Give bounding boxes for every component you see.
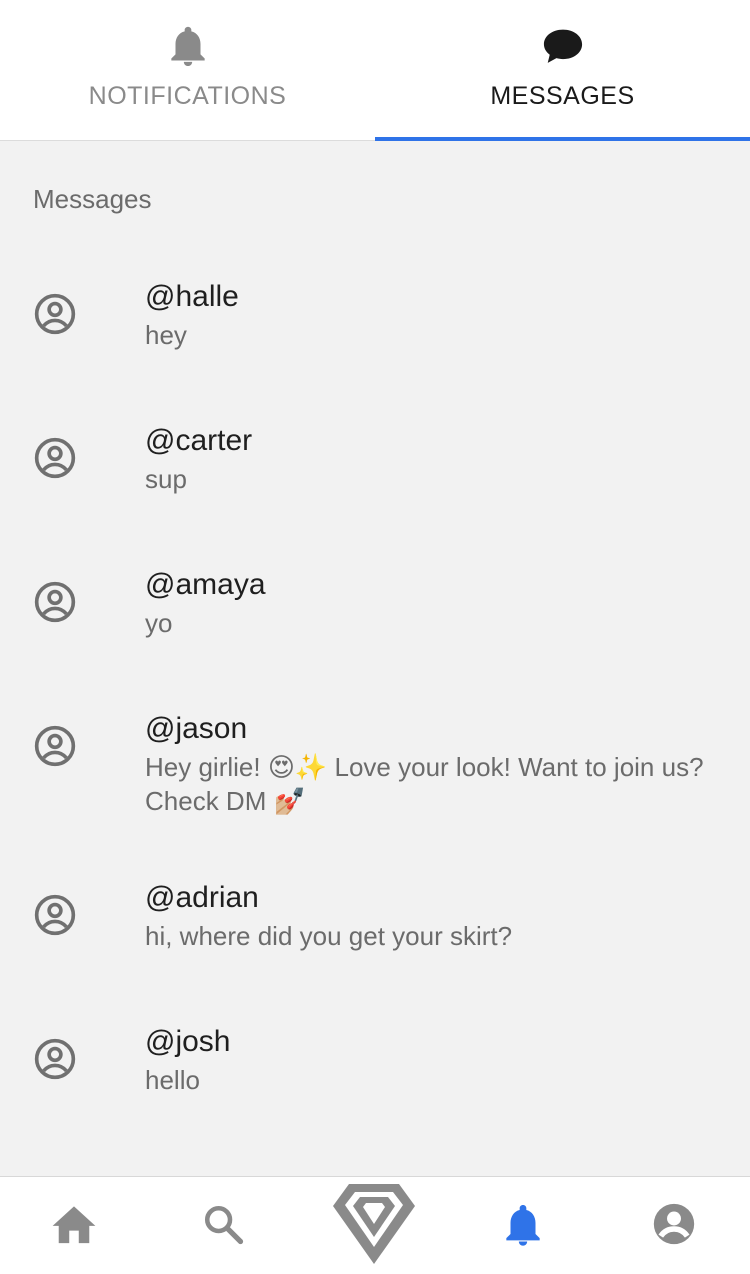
message-username: @halle <box>145 280 239 313</box>
bell-icon <box>503 1201 543 1252</box>
account-icon <box>652 1202 696 1251</box>
nav-home-button[interactable] <box>34 1177 114 1274</box>
message-preview: Hey girlie! 😍✨ Love your look! Want to j… <box>145 752 704 816</box>
message-username: @adrian <box>145 881 259 914</box>
message-row-halle[interactable]: @halle hey <box>0 270 750 400</box>
message-row-jason[interactable]: @jason Hey girlie! 😍✨ Love your look! Wa… <box>0 702 750 852</box>
message-preview: yo <box>145 608 173 638</box>
bell-icon <box>166 24 210 68</box>
nav-explore-button[interactable] <box>322 1177 426 1274</box>
diamond-icon <box>329 1180 419 1273</box>
message-row-adrian[interactable]: @adrian hi, where did you get your skirt… <box>0 871 750 1001</box>
message-username: @josh <box>145 1025 231 1058</box>
nav-profile-button[interactable] <box>634 1177 714 1274</box>
tab-notifications-label: NOTIFICATIONS <box>88 82 287 110</box>
nav-notifications-button[interactable] <box>483 1177 563 1274</box>
message-username: @carter <box>145 424 253 457</box>
message-username: @amaya <box>145 568 266 601</box>
section-title: Messages <box>33 184 152 214</box>
nav-search-button[interactable] <box>183 1177 263 1274</box>
avatar-icon <box>33 436 77 480</box>
avatar-icon <box>33 893 77 937</box>
tab-messages[interactable]: MESSAGES <box>375 0 750 141</box>
top-tab-bar: NOTIFICATIONS MESSAGES <box>0 0 750 141</box>
tab-messages-label: MESSAGES <box>490 82 635 110</box>
message-row-carter[interactable]: @carter sup <box>0 414 750 544</box>
bottom-nav <box>0 1176 750 1274</box>
message-preview: hi, where did you get your skirt? <box>145 921 513 951</box>
tab-notifications[interactable]: NOTIFICATIONS <box>0 0 375 140</box>
active-tab-indicator <box>375 137 750 141</box>
home-icon <box>51 1203 97 1250</box>
avatar-icon <box>33 292 77 336</box>
avatar-icon <box>33 1037 77 1081</box>
search-icon <box>202 1203 244 1250</box>
message-preview: hello <box>145 1065 200 1095</box>
avatar-icon <box>33 724 77 768</box>
message-row-amaya[interactable]: @amaya yo <box>0 558 750 688</box>
message-preview: hey <box>145 320 187 350</box>
message-row-josh[interactable]: @josh hello <box>0 1015 750 1145</box>
message-username: @jason <box>145 712 248 745</box>
chat-bubble-icon <box>541 24 585 68</box>
avatar-icon <box>33 580 77 624</box>
message-preview: sup <box>145 464 187 494</box>
